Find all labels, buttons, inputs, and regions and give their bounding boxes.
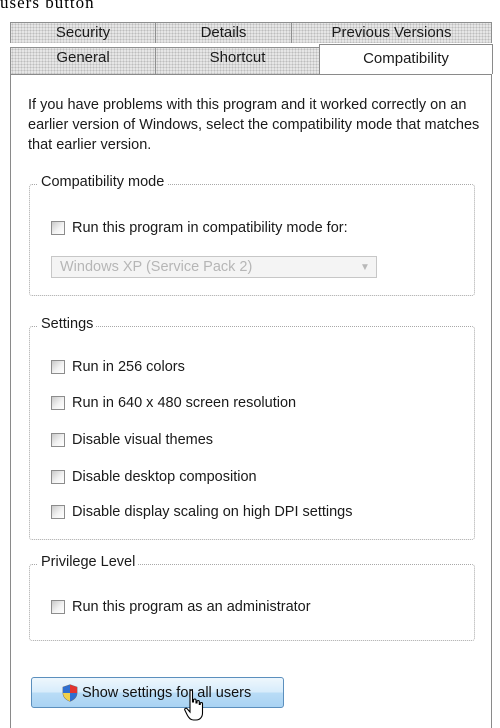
- setting-256-colors-label: Run in 256 colors: [72, 359, 185, 375]
- setting-desktop-composition-checkbox[interactable]: [51, 470, 65, 484]
- privilege-level-group: Privilege Level Run this program as an a…: [29, 554, 475, 641]
- uac-shield-icon: [62, 683, 78, 702]
- show-settings-all-users-label: Show settings for all users: [82, 684, 252, 701]
- setting-visual-themes-checkbox[interactable]: [51, 433, 65, 447]
- chevron-down-icon: ▼: [360, 261, 370, 273]
- setting-dpi-scaling[interactable]: Disable display scaling on high DPI sett…: [51, 503, 352, 521]
- compatibility-mode-title: Compatibility mode: [38, 174, 168, 190]
- compatibility-mode-option[interactable]: Run this program in compatibility mode f…: [51, 219, 348, 237]
- tab-shortcut[interactable]: Shortcut: [155, 47, 320, 75]
- tab-security[interactable]: Security: [10, 22, 156, 43]
- setting-desktop-composition-label: Disable desktop composition: [72, 469, 257, 485]
- setting-dpi-scaling-checkbox[interactable]: [51, 505, 65, 519]
- setting-visual-themes[interactable]: Disable visual themes: [51, 431, 213, 449]
- tab-previous-versions[interactable]: Previous Versions: [291, 22, 492, 43]
- settings-group: Settings Run in 256 colors Run in 640 x …: [29, 316, 475, 540]
- tab-general[interactable]: General: [10, 47, 156, 75]
- compatibility-os-value: Windows XP (Service Pack 2): [60, 259, 253, 275]
- compatibility-mode-label: Run this program in compatibility mode f…: [72, 220, 348, 236]
- cropped-caption: users button: [0, 0, 95, 12]
- intro-text: If you have problems with this program a…: [28, 97, 480, 153]
- setting-640x480-checkbox[interactable]: [51, 396, 65, 410]
- setting-256-colors[interactable]: Run in 256 colors: [51, 358, 185, 376]
- compatibility-os-select[interactable]: Windows XP (Service Pack 2) ▼: [51, 256, 377, 278]
- tab-compatibility[interactable]: Compatibility: [319, 44, 493, 74]
- setting-640x480-label: Run in 640 x 480 screen resolution: [72, 395, 297, 411]
- run-as-admin-label: Run this program as an administrator: [72, 599, 311, 615]
- properties-dialog: users button Security Details Previous V…: [0, 0, 500, 728]
- setting-256-colors-checkbox[interactable]: [51, 360, 65, 374]
- settings-title: Settings: [38, 316, 97, 332]
- privilege-level-title: Privilege Level: [38, 554, 139, 570]
- compatibility-mode-group: Compatibility mode Run this program in c…: [29, 174, 475, 296]
- setting-dpi-scaling-label: Disable display scaling on high DPI sett…: [72, 504, 353, 520]
- show-settings-all-users-button[interactable]: Show settings for all users: [31, 677, 284, 708]
- compatibility-mode-checkbox[interactable]: [51, 221, 65, 235]
- hand-cursor-icon: [184, 689, 204, 721]
- run-as-admin-checkbox[interactable]: [51, 600, 65, 614]
- setting-640x480[interactable]: Run in 640 x 480 screen resolution: [51, 394, 296, 412]
- setting-desktop-composition[interactable]: Disable desktop composition: [51, 468, 257, 486]
- tab-details[interactable]: Details: [155, 22, 292, 43]
- setting-visual-themes-label: Disable visual themes: [72, 432, 214, 448]
- privilege-admin-option[interactable]: Run this program as an administrator: [51, 598, 311, 616]
